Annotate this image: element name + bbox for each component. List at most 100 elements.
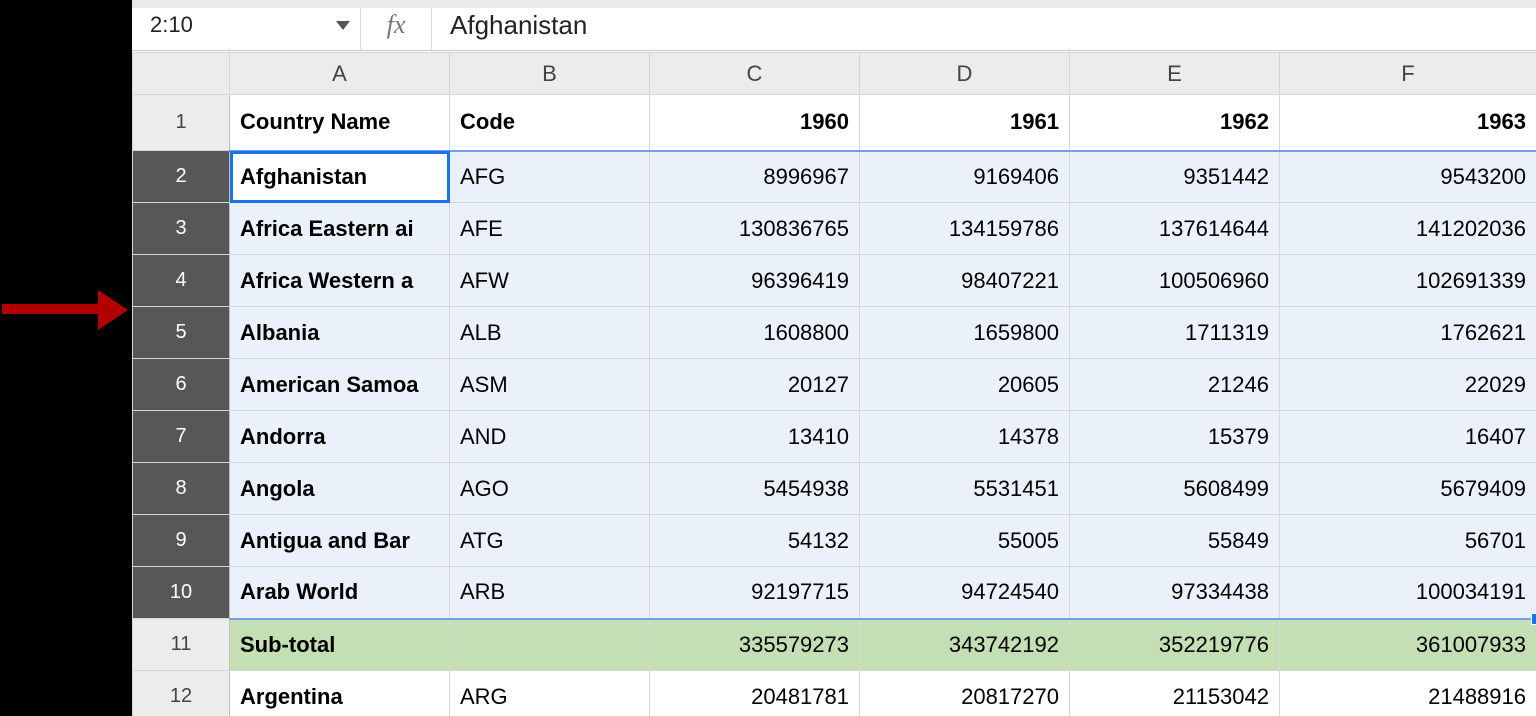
- cell-value[interactable]: 21246: [1070, 359, 1280, 411]
- cell-value[interactable]: 100034191: [1280, 567, 1536, 619]
- cell-value[interactable]: 102691339: [1280, 255, 1536, 307]
- column-header-row: A B C D E F: [133, 53, 1536, 95]
- cell-value[interactable]: 20605: [860, 359, 1070, 411]
- header-1962[interactable]: 1962: [1070, 95, 1280, 151]
- cell-value[interactable]: 96396419: [650, 255, 860, 307]
- spreadsheet-app: 2:10 fx Afghanistan A B C D E F: [132, 0, 1536, 716]
- cell-value[interactable]: 56701: [1280, 515, 1536, 567]
- table-row: 5AlbaniaALB1608800165980017113191762621: [133, 307, 1536, 359]
- header-1961[interactable]: 1961: [860, 95, 1070, 151]
- cell-value[interactable]: 5608499: [1070, 463, 1280, 515]
- cell-value[interactable]: 20817270: [860, 671, 1070, 716]
- column-header-B[interactable]: B: [450, 53, 650, 95]
- table-row: 9Antigua and BarATG54132550055584956701: [133, 515, 1536, 567]
- cell-value[interactable]: 94724540: [860, 567, 1070, 619]
- header-country-name[interactable]: Country Name: [230, 95, 450, 151]
- column-header-E[interactable]: E: [1070, 53, 1280, 95]
- cell-country-name[interactable]: Afghanistan: [230, 151, 450, 203]
- cell-value[interactable]: 343742192: [860, 619, 1070, 671]
- cell-country-name[interactable]: Argentina: [230, 671, 450, 716]
- row-header-4[interactable]: 4: [133, 255, 230, 307]
- cell-code[interactable]: AGO: [450, 463, 650, 515]
- cell-value[interactable]: 21488916: [1280, 671, 1536, 716]
- cell-code[interactable]: AND: [450, 411, 650, 463]
- cell-code[interactable]: AFW: [450, 255, 650, 307]
- cell-value[interactable]: 100506960: [1070, 255, 1280, 307]
- cell-value[interactable]: 130836765: [650, 203, 860, 255]
- cell-country-name[interactable]: Africa Eastern ai: [230, 203, 450, 255]
- cell-value[interactable]: 141202036: [1280, 203, 1536, 255]
- cell-code[interactable]: ARG: [450, 671, 650, 716]
- cell-value[interactable]: 1608800: [650, 307, 860, 359]
- cell-value[interactable]: 20127: [650, 359, 860, 411]
- row-header-7[interactable]: 7: [133, 411, 230, 463]
- cell-value[interactable]: 97334438: [1070, 567, 1280, 619]
- cell-code[interactable]: [450, 619, 650, 671]
- cell-code[interactable]: AFG: [450, 151, 650, 203]
- cell-value[interactable]: 21153042: [1070, 671, 1280, 716]
- cell-country-name[interactable]: Sub-total: [230, 619, 450, 671]
- cell-value[interactable]: 98407221: [860, 255, 1070, 307]
- cell-country-name[interactable]: Africa Western a: [230, 255, 450, 307]
- cell-value[interactable]: 8996967: [650, 151, 860, 203]
- cell-country-name[interactable]: Arab World: [230, 567, 450, 619]
- cell-code[interactable]: ASM: [450, 359, 650, 411]
- cell-code[interactable]: ALB: [450, 307, 650, 359]
- row-header-2[interactable]: 2: [133, 151, 230, 203]
- column-header-F[interactable]: F: [1280, 53, 1536, 95]
- cell-country-name[interactable]: Antigua and Bar: [230, 515, 450, 567]
- cell-value[interactable]: 1711319: [1070, 307, 1280, 359]
- cell-value[interactable]: 14378: [860, 411, 1070, 463]
- cell-value[interactable]: 361007933: [1280, 619, 1536, 671]
- cell-country-name[interactable]: American Samoa: [230, 359, 450, 411]
- cell-value[interactable]: 5454938: [650, 463, 860, 515]
- cell-value[interactable]: 352219776: [1070, 619, 1280, 671]
- cell-value[interactable]: 1659800: [860, 307, 1070, 359]
- cell-value[interactable]: 22029: [1280, 359, 1536, 411]
- select-all-corner[interactable]: [133, 53, 230, 95]
- cell-value[interactable]: 55005: [860, 515, 1070, 567]
- cell-value[interactable]: 335579273: [650, 619, 860, 671]
- cell-value[interactable]: 5679409: [1280, 463, 1536, 515]
- chevron-down-icon[interactable]: [336, 21, 350, 30]
- cell-value[interactable]: 55849: [1070, 515, 1280, 567]
- spreadsheet-grid[interactable]: A B C D E F 1 Country Name Code 1960 196…: [132, 52, 1536, 716]
- formula-input[interactable]: Afghanistan: [432, 10, 1536, 41]
- cell-value[interactable]: 92197715: [650, 567, 860, 619]
- cell-value[interactable]: 9543200: [1280, 151, 1536, 203]
- cell-country-name[interactable]: Andorra: [230, 411, 450, 463]
- row-header-3[interactable]: 3: [133, 203, 230, 255]
- row-header-6[interactable]: 6: [133, 359, 230, 411]
- row-header-1[interactable]: 1: [133, 95, 230, 151]
- row-header-8[interactable]: 8: [133, 463, 230, 515]
- cell-country-name[interactable]: Angola: [230, 463, 450, 515]
- column-header-D[interactable]: D: [860, 53, 1070, 95]
- cell-value[interactable]: 5531451: [860, 463, 1070, 515]
- cell-value[interactable]: 16407: [1280, 411, 1536, 463]
- row-header-9[interactable]: 9: [133, 515, 230, 567]
- row-header-12[interactable]: 12: [133, 671, 230, 716]
- cell-value[interactable]: 9169406: [860, 151, 1070, 203]
- selection-handle[interactable]: [1531, 613, 1536, 625]
- cell-code[interactable]: ARB: [450, 567, 650, 619]
- page-margin-left: [0, 0, 132, 716]
- row-header-11[interactable]: 11: [133, 619, 230, 671]
- cell-value[interactable]: 134159786: [860, 203, 1070, 255]
- column-header-C[interactable]: C: [650, 53, 860, 95]
- cell-value[interactable]: 13410: [650, 411, 860, 463]
- cell-value[interactable]: 54132: [650, 515, 860, 567]
- row-header-10[interactable]: 10: [133, 567, 230, 619]
- column-header-A[interactable]: A: [230, 53, 450, 95]
- cell-value[interactable]: 9351442: [1070, 151, 1280, 203]
- cell-code[interactable]: ATG: [450, 515, 650, 567]
- cell-value[interactable]: 1762621: [1280, 307, 1536, 359]
- cell-value[interactable]: 20481781: [650, 671, 860, 716]
- row-header-5[interactable]: 5: [133, 307, 230, 359]
- cell-code[interactable]: AFE: [450, 203, 650, 255]
- cell-value[interactable]: 137614644: [1070, 203, 1280, 255]
- header-1960[interactable]: 1960: [650, 95, 860, 151]
- cell-value[interactable]: 15379: [1070, 411, 1280, 463]
- header-1963[interactable]: 1963: [1280, 95, 1536, 151]
- header-code[interactable]: Code: [450, 95, 650, 151]
- cell-country-name[interactable]: Albania: [230, 307, 450, 359]
